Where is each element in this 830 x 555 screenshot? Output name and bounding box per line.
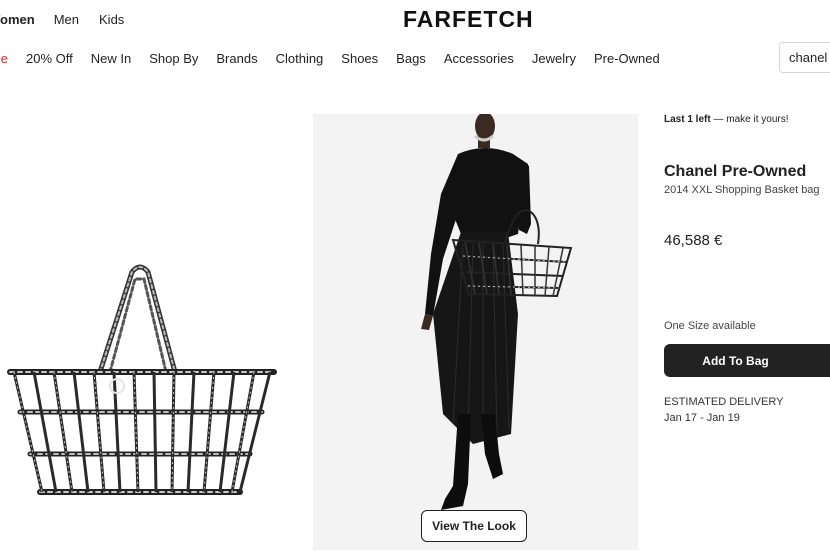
view-the-look-button[interactable]: View The Look <box>421 510 527 542</box>
chain-basket-illustration <box>7 264 277 495</box>
gender-link-men[interactable]: Men <box>54 12 79 27</box>
product-name: 2014 XXL Shopping Basket bag <box>664 184 820 196</box>
product-brand[interactable]: Chanel Pre-Owned <box>664 163 806 181</box>
nav-item-pre-owned[interactable]: Pre-Owned <box>594 51 660 66</box>
nav-item-shoes[interactable]: Shoes <box>341 51 378 66</box>
gender-nav: Women Men Kids <box>0 12 124 27</box>
product-image-main[interactable] <box>0 114 297 550</box>
size-availability: One Size available <box>664 320 756 332</box>
nav-item-clothing[interactable]: Clothing <box>276 51 324 66</box>
product-image-model[interactable] <box>313 114 638 550</box>
search-input[interactable] <box>780 43 830 72</box>
nav-item-20-off[interactable]: 20% Off <box>26 51 73 66</box>
delivery-dates: Jan 17 - Jan 19 <box>664 412 740 424</box>
delivery-label: ESTIMATED DELIVERY <box>664 396 784 408</box>
farfetch-logo[interactable]: FARFETCH <box>403 6 534 33</box>
nav-item-sale[interactable]: Sale <box>0 51 8 66</box>
add-to-bag-button[interactable]: Add To Bag <box>664 344 830 377</box>
nav-item-bags[interactable]: Bags <box>396 51 426 66</box>
nav-item-shop-by[interactable]: Shop By <box>149 51 198 66</box>
search-box[interactable] <box>779 42 830 73</box>
nav-item-new-in[interactable]: New In <box>91 51 131 66</box>
product-price: 46,588 € <box>664 232 723 249</box>
gender-link-women[interactable]: Women <box>0 12 35 27</box>
stock-message: — make it yours! <box>710 114 789 125</box>
stock-count: Last 1 left <box>664 114 711 125</box>
nav-item-brands[interactable]: Brands <box>216 51 257 66</box>
model-photo-illustration <box>421 114 573 510</box>
category-nav: Sale 20% Off New In Shop By Brands Cloth… <box>0 51 678 66</box>
nav-item-accessories[interactable]: Accessories <box>444 51 514 66</box>
stock-notice: Last 1 left — make it yours! <box>664 114 789 125</box>
nav-item-jewelry[interactable]: Jewelry <box>532 51 576 66</box>
gender-link-kids[interactable]: Kids <box>99 12 124 27</box>
